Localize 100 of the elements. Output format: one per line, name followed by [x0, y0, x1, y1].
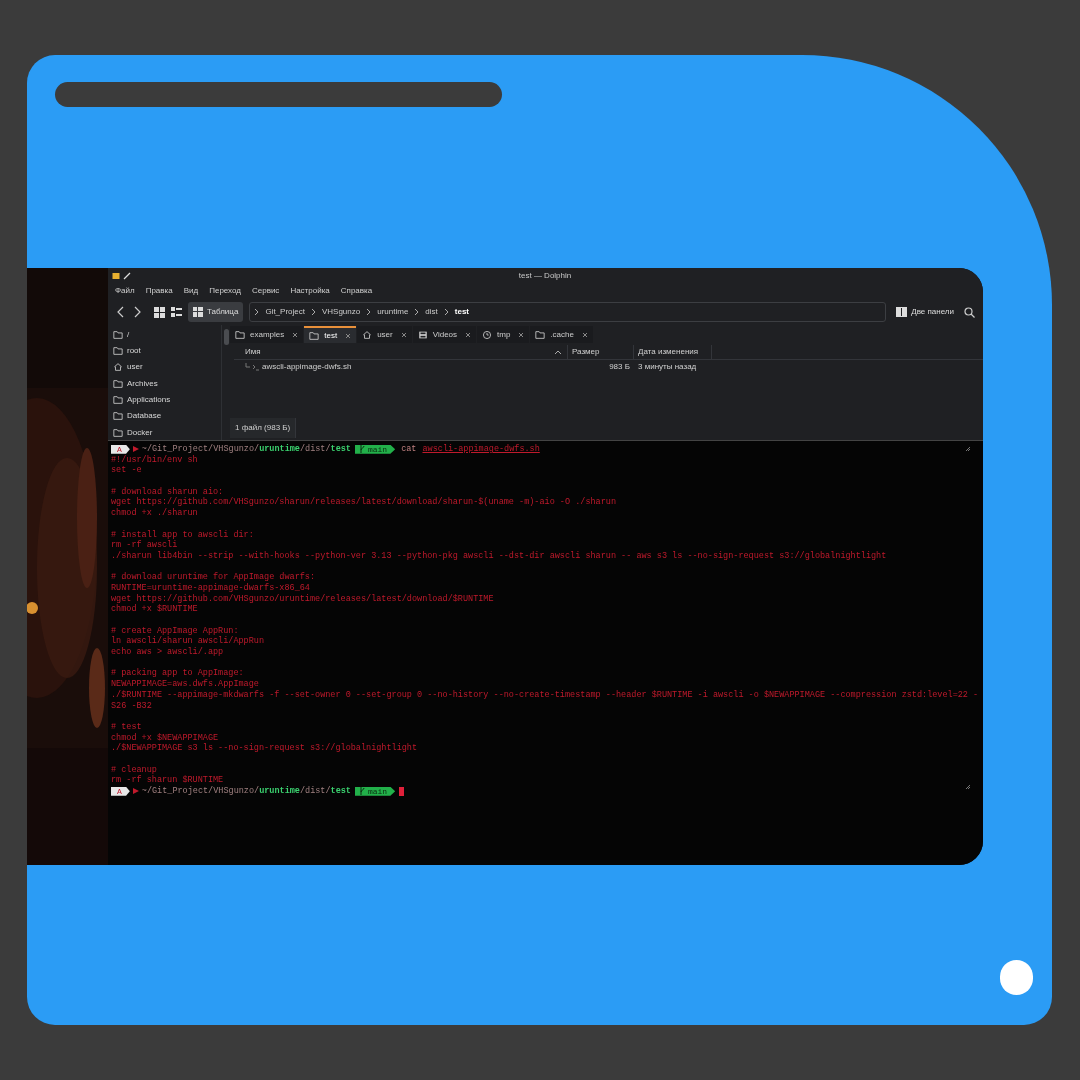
code-line: chmod +x $RUNTIME: [111, 604, 199, 615]
close-icon: [292, 331, 299, 338]
breadcrumb-item[interactable]: Git_Project: [265, 306, 305, 318]
column-header[interactable]: Имя: [245, 346, 554, 358]
path-text: /dist/: [299, 444, 331, 455]
tab[interactable]: examples: [230, 326, 304, 343]
pin-icon: [123, 271, 131, 280]
column-header[interactable]: Размер: [572, 346, 600, 358]
details-view-icon: [171, 306, 182, 318]
file-name: awscli-appimage-dwfs.sh: [262, 361, 352, 373]
house-icon: [362, 329, 373, 340]
code-line: S26 -B32: [111, 700, 153, 712]
code-line: ./$NEWAPPIMAGE s3 ls --no-sign-request s3://globalnightlight: [111, 743, 419, 754]
status-text: 1 файл (983 Б): [230, 418, 297, 438]
resize-grip-icon: [965, 784, 971, 790]
folder-icon: [113, 427, 123, 438]
chevron-icon: [254, 308, 260, 316]
chevron-icon: [310, 308, 316, 316]
grid-view-icon: [154, 306, 165, 318]
code-line: #!/usr/bin/env sh: [111, 454, 199, 466]
code-line: set -e: [111, 465, 143, 477]
file-modified: 3 минуты назад: [638, 362, 697, 371]
user-badge: A: [111, 444, 130, 454]
branch-icon: [358, 445, 365, 454]
code-line: ln awscli/sharun awscli/AppRun: [111, 636, 266, 647]
menu-item[interactable]: Правка: [145, 285, 173, 297]
breadcrumb-item[interactable]: uruntime: [377, 306, 409, 318]
close-icon: [518, 331, 525, 338]
breadcrumb-item[interactable]: test: [454, 306, 469, 318]
path-text: test: [330, 444, 351, 455]
clock-icon: [482, 329, 493, 340]
place-item[interactable]: Applications: [127, 394, 171, 407]
folder-icon: [535, 329, 546, 340]
git-branch-badge: main: [354, 444, 396, 454]
tab[interactable]: Videos: [412, 326, 477, 343]
path-text: /dist/: [299, 786, 331, 797]
tab[interactable]: tmp: [477, 326, 530, 343]
path-text: test: [330, 786, 351, 797]
menu-item[interactable]: Настройка: [290, 285, 330, 297]
split-panel-icon: [896, 307, 908, 317]
code-line: chmod +x $NEWAPPIMAGE: [111, 732, 220, 743]
menu-item[interactable]: Вид: [183, 285, 199, 297]
close-icon: [345, 332, 352, 339]
user-badge: A: [111, 786, 130, 796]
tab[interactable]: test: [304, 326, 357, 343]
script-file-icon: [245, 363, 259, 371]
code-line: wget https://github.com/VHSgunzo/uruntime/releases/latest/download/$RUNTIME: [111, 593, 495, 604]
path-text: uruntime: [259, 786, 300, 797]
code-line: # test: [111, 721, 143, 733]
file-size: 983 Б: [609, 361, 630, 373]
close-icon: [465, 331, 472, 338]
file-row[interactable]: awscli-appimage-dwfs.sh 983 Б 3 минуты назад: [234, 360, 983, 374]
code-line: # create AppImage AppRun:: [111, 625, 240, 636]
table-view-button[interactable]: Таблица: [188, 302, 244, 322]
scrollbar-thumb[interactable]: [223, 329, 229, 345]
menu-item[interactable]: Переход: [209, 285, 241, 297]
path-text: uruntime: [259, 444, 300, 455]
menu-item[interactable]: Сервис: [251, 285, 280, 297]
place-item[interactable]: Docker: [127, 426, 153, 439]
split-view-button[interactable]: Две панели: [896, 306, 954, 318]
search-icon: [964, 306, 975, 318]
code-line: # packing app to AppImage:: [111, 668, 245, 679]
film-icon: [417, 329, 428, 340]
column-header[interactable]: Дата изменения: [638, 346, 699, 358]
git-branch-badge: main: [354, 786, 396, 796]
tab[interactable]: .cache: [530, 326, 593, 343]
place-item[interactable]: /: [127, 328, 130, 341]
chevron-icon: [366, 308, 372, 316]
breadcrumb-item[interactable]: dist: [425, 306, 438, 318]
code-line: NEWAPPIMAGE=aws.dwfs.AppImage: [111, 679, 260, 690]
house-icon: [113, 362, 123, 373]
folder-icon: [113, 411, 123, 422]
place-item[interactable]: root: [127, 344, 141, 357]
code-line: RUNTIME=uruntime-appimage-dwarfs-x86_64: [111, 582, 311, 594]
code-line: # install app to awscli dir:: [111, 529, 255, 540]
arrow-icon: [132, 446, 139, 453]
chevron-icon: [443, 308, 449, 316]
code-line: chmod +x ./sharun: [111, 508, 199, 519]
command-text: cat: [401, 444, 417, 455]
menu-item[interactable]: Справка: [340, 285, 373, 297]
menu-item[interactable]: Файл: [115, 285, 135, 297]
code-line: ./sharun lib4bin --strip --with-hooks --python-ver 3.13 --python-pkg awscli --dst-dir awscli sharun -- aws s3 ls --no-sign-request s3://globalnightlight: [111, 550, 888, 562]
place-item[interactable]: Archives: [127, 377, 158, 390]
path-text: ~/Git_Project/VHSgunzo/: [141, 786, 260, 797]
place-item[interactable]: user: [127, 361, 143, 374]
code-line: rm -rf sharun $RUNTIME: [111, 775, 225, 786]
code-line: ./$RUNTIME --appimage-mkdwarfs -f --set-owner 0 --set-group 0 --no-history --no-create-timestamp --header $RUNTIME -i awscli -o $NEWAPPIMAGE --compression zstd:level=22 -: [111, 689, 980, 701]
code-line: rm -rf awscli: [111, 540, 179, 551]
close-icon: [581, 331, 588, 338]
arrow-icon: [132, 788, 139, 795]
branch-icon: [358, 787, 365, 796]
tab[interactable]: user: [357, 326, 412, 343]
back-icon: [116, 306, 126, 318]
table-icon: [193, 307, 203, 317]
chevron-icon: [414, 308, 420, 316]
path-text: ~/Git_Project/VHSgunzo/: [141, 444, 260, 455]
place-item[interactable]: Database: [127, 410, 162, 423]
breadcrumb-item[interactable]: VHSgunzo: [321, 306, 361, 318]
location-bar[interactable]: Git_Project VHSgunzo uruntime dist test: [249, 302, 887, 322]
resize-grip-icon: [965, 446, 971, 452]
